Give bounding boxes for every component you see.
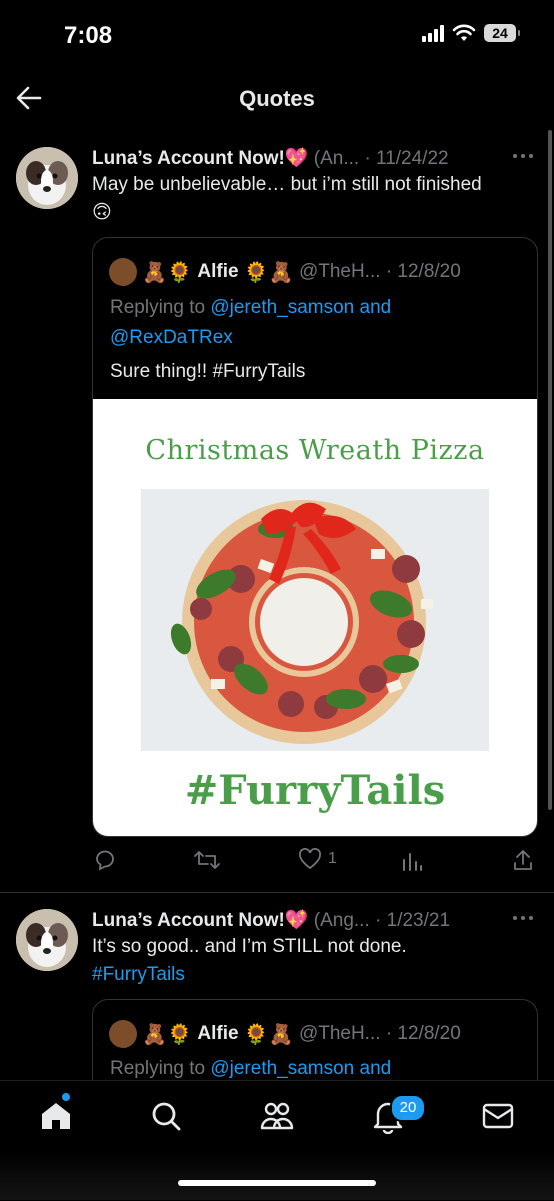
quote-header: 🧸🌻 Alfie 🌻🧸 @TheH... · 12/8/20 xyxy=(109,258,461,286)
status-time: 7:08 xyxy=(64,22,113,49)
replying-prefix: Replying to xyxy=(110,297,206,318)
quote-emojis-after: 🌻🧸 xyxy=(243,1023,294,1046)
author-name[interactable]: Luna’s Account Now!💖 xyxy=(92,148,308,169)
quote-image[interactable]: Christmas Wreath Pizza #FurryTails xyxy=(93,399,537,836)
separator-dot: · xyxy=(385,261,393,283)
reply-user-link[interactable]: @RexDaTRex xyxy=(110,327,233,348)
home-icon[interactable] xyxy=(38,1098,74,1134)
separator-dot: · xyxy=(375,910,382,931)
reply-icon[interactable] xyxy=(93,848,117,872)
messages-icon[interactable] xyxy=(480,1098,516,1134)
tweet-text: It’s so good.. and I’m STILL not done. #… xyxy=(92,933,512,989)
reply-user-link[interactable]: @jereth_samson xyxy=(210,297,354,318)
quote-date: 12/8/20 xyxy=(397,1023,461,1045)
tweet-text-body: It’s so good.. and I’m STILL not done. xyxy=(92,936,407,957)
retweet-icon[interactable] xyxy=(193,848,221,872)
author-name[interactable]: Luna’s Account Now!💖 xyxy=(92,910,308,931)
pizza-photo xyxy=(141,489,489,751)
search-icon[interactable] xyxy=(148,1098,184,1134)
tweet-date[interactable]: 11/24/22 xyxy=(376,148,449,169)
tweet-header: Luna’s Account Now!💖 (An... · 11/24/22 xyxy=(92,146,449,170)
hashtag-link[interactable]: #FurryTails xyxy=(92,964,185,985)
quote-avatar xyxy=(109,1020,137,1048)
like-icon xyxy=(299,848,321,870)
quote-emojis-after: 🌻🧸 xyxy=(243,261,294,284)
replying-prefix: Replying to xyxy=(110,1058,206,1079)
quote-avatar xyxy=(109,258,137,286)
quote-date: 12/8/20 xyxy=(397,261,461,283)
like-button[interactable]: 1 xyxy=(298,848,337,870)
divider xyxy=(0,892,554,893)
communities-icon[interactable] xyxy=(259,1098,295,1134)
replying-to: Replying to @jereth_samson and @RexDaTRe… xyxy=(110,293,530,353)
more-icon[interactable] xyxy=(512,914,534,922)
replying-to: Replying to @jereth_samson and xyxy=(110,1055,530,1083)
signal-icon xyxy=(422,24,444,42)
reply-user-link[interactable]: @jereth_samson xyxy=(210,1058,354,1079)
reply-and: and xyxy=(359,1058,392,1079)
separator-dot: · xyxy=(385,1023,393,1045)
image-hashtag: #FurryTails xyxy=(184,767,446,814)
like-count: 1 xyxy=(328,850,337,867)
more-icon[interactable] xyxy=(512,152,534,160)
quote-header: 🧸🌻 Alfie 🌻🧸 @TheH... · 12/8/20 xyxy=(109,1020,461,1048)
quote-author-name: Alfie xyxy=(197,261,239,283)
quote-emojis-before: 🧸🌻 xyxy=(142,1023,193,1046)
quote-emojis-before: 🧸🌻 xyxy=(142,261,193,284)
share-icon[interactable] xyxy=(512,848,534,872)
quote-handle: @TheH... xyxy=(298,261,381,283)
quote-text: Sure thing!! #FurryTails xyxy=(110,361,306,382)
avatar[interactable] xyxy=(16,909,78,971)
home-indicator[interactable] xyxy=(178,1180,376,1186)
separator-dot: · xyxy=(364,148,371,169)
views-icon[interactable] xyxy=(401,850,423,872)
bottom-fade xyxy=(0,1150,554,1200)
quoted-tweet[interactable]: 🧸🌻 Alfie 🌻🧸 @TheH... · 12/8/20 Replying … xyxy=(92,237,538,837)
quote-handle: @TheH... xyxy=(298,1023,381,1045)
tweet-text: May be unbelievable… but i’m still not f… xyxy=(92,174,482,223)
image-title: Christmas Wreath Pizza xyxy=(145,435,485,466)
avatar[interactable] xyxy=(16,147,78,209)
tweet-date[interactable]: 1/23/21 xyxy=(387,910,450,931)
status-icons: 24 xyxy=(422,24,520,42)
home-unread-dot xyxy=(62,1093,70,1101)
author-handle[interactable]: (Ang... xyxy=(314,910,370,931)
tweet-header: Luna’s Account Now!💖 (Ang... · 1/23/21 xyxy=(92,908,450,932)
scrollbar[interactable] xyxy=(548,130,552,810)
page-title: Quotes xyxy=(239,86,315,111)
battery-indicator: 24 xyxy=(484,24,520,42)
author-handle[interactable]: (An... xyxy=(314,148,359,169)
quote-author-name: Alfie xyxy=(197,1023,239,1045)
reply-and: and xyxy=(359,297,392,318)
notifications-badge: 20 xyxy=(390,1094,426,1122)
wifi-icon xyxy=(452,24,476,41)
